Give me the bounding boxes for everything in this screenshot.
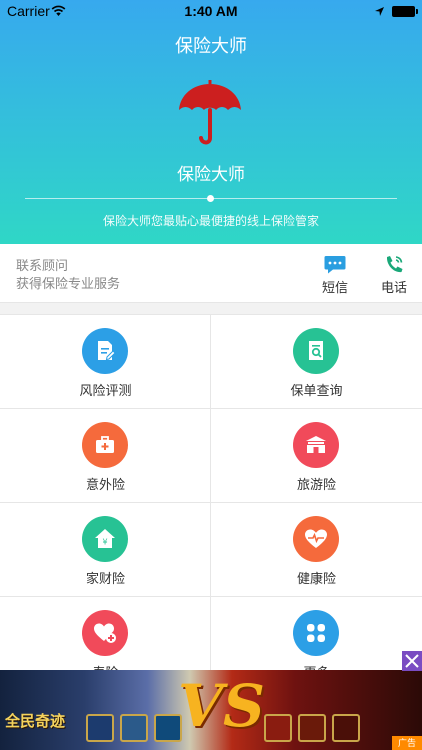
grid-item-policy-query[interactable]: 保单查询: [211, 315, 422, 409]
location-arrow-icon: [374, 4, 385, 20]
heart-plus-icon: [82, 610, 128, 656]
sms-label: 短信: [321, 280, 348, 295]
close-icon: [405, 654, 419, 668]
brand-name: 保险大师: [177, 165, 245, 184]
sms-button[interactable]: 短信: [315, 255, 355, 296]
ad-banner[interactable]: VS 全民奇迹 广告: [0, 670, 422, 750]
contact-advisor-bar: 联系顾问 获得保险专业服务 短信 电话: [0, 244, 422, 303]
contact-subtitle: 获得保险专业服务: [16, 276, 121, 291]
grid-item-label: 保单查询: [290, 383, 343, 398]
service-grid: 风险评测 保单查询 意外险 旅游险 ¥ 家财险 健康险 寿险: [0, 314, 422, 691]
grid-item-label: 风险评测: [79, 383, 132, 398]
divider-dot: [207, 195, 214, 202]
ad-badge: 广告: [392, 736, 422, 750]
ad-skill-icon: [86, 714, 114, 742]
ad-skill-icon: [332, 714, 360, 742]
grid-item-travel-insurance[interactable]: 旅游险: [211, 409, 422, 503]
contact-title: 联系顾问: [16, 258, 69, 273]
heart-pulse-icon: [293, 516, 339, 562]
phone-label: 电话: [380, 280, 407, 295]
header-hero: Carrier 1:40 AM 保险大师 保险大师 保险大师您最贴心最便捷的线上…: [0, 0, 422, 244]
grid-more-icon: [293, 610, 339, 656]
grid-item-home-property-insurance[interactable]: ¥ 家财险: [0, 503, 211, 597]
ad-skill-icon: [264, 714, 292, 742]
house-yen-icon: ¥: [82, 516, 128, 562]
grid-item-health-insurance[interactable]: 健康险: [211, 503, 422, 597]
ad-game-title: 全民奇迹: [5, 713, 66, 730]
umbrella-icon: [177, 80, 243, 153]
battery-icon: [392, 6, 418, 17]
document-edit-icon: [82, 328, 128, 374]
grid-item-label: 健康险: [296, 571, 336, 586]
clock: 1:40 AM: [184, 3, 238, 19]
ad-skill-icon: [298, 714, 326, 742]
slogan: 保险大师您最贴心最便捷的线上保险管家: [102, 214, 319, 228]
medical-kit-icon: [82, 422, 128, 468]
ad-vs-text: VS: [178, 672, 265, 740]
page-title: 保险大师: [175, 36, 247, 56]
phone-button[interactable]: 电话: [374, 255, 414, 296]
grid-item-label: 旅游险: [296, 477, 336, 492]
ad-skill-icon: [154, 714, 182, 742]
ad-skill-icon: [120, 714, 148, 742]
grid-item-label: 家财险: [85, 571, 125, 586]
document-search-icon: [293, 328, 339, 374]
svg-text:¥: ¥: [102, 538, 107, 547]
grid-item-accident-insurance[interactable]: 意外险: [0, 409, 211, 503]
message-icon: [324, 256, 346, 274]
gate-icon: [293, 422, 339, 468]
ad-close-button[interactable]: [402, 651, 422, 671]
phone-icon: [386, 256, 403, 273]
grid-item-label: 意外险: [85, 477, 125, 492]
status-bar: Carrier 1:40 AM: [0, 0, 422, 22]
grid-item-risk-assessment[interactable]: 风险评测: [0, 315, 211, 409]
